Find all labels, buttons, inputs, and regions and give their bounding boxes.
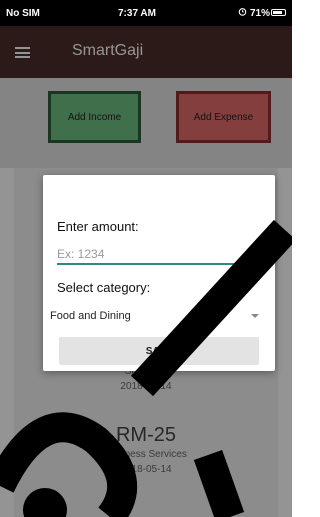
alarm-clock-icon bbox=[238, 8, 247, 16]
status-time: 7:37 AM bbox=[118, 8, 156, 19]
category-label: Select category: bbox=[57, 280, 151, 295]
amount-input[interactable] bbox=[57, 245, 258, 265]
carrier-label: No SIM bbox=[6, 8, 40, 19]
amount-label: Enter amount: bbox=[57, 219, 139, 234]
category-selected-value: Food and Dining bbox=[50, 310, 131, 322]
dropdown-arrow-icon bbox=[251, 314, 259, 318]
add-entry-dialog: Enter amount: Select category: Food and … bbox=[43, 175, 275, 371]
status-bar: No SIM 7:37 AM 71% bbox=[0, 0, 292, 26]
category-dropdown[interactable]: Food and Dining bbox=[50, 305, 263, 327]
battery-icon bbox=[271, 9, 286, 16]
save-button[interactable]: SAVE bbox=[59, 337, 259, 365]
battery-percentage: 71% bbox=[250, 8, 271, 19]
phone-screen: No SIM 7:37 AM 71% SmartGaji Add Income … bbox=[0, 0, 292, 517]
